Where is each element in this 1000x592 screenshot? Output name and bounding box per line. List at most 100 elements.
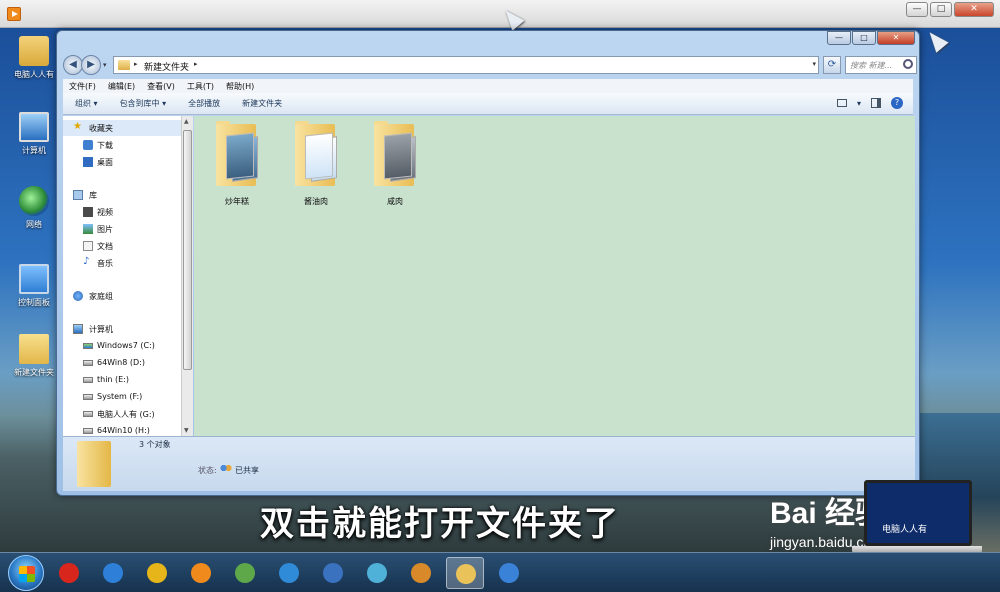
- scroll-down-arrow-icon[interactable]: ▼: [184, 427, 189, 434]
- menu-help[interactable]: 帮助(H): [226, 81, 254, 92]
- breadcrumb-separator[interactable]: ▸: [194, 60, 198, 68]
- folder-name: 炒年糕: [225, 197, 249, 206]
- desktop-icon-new-folder[interactable]: 新建文件夹: [8, 334, 60, 378]
- back-button[interactable]: ◀: [63, 55, 83, 75]
- nav-item-label: Windows7 (C:): [97, 341, 155, 350]
- stock-app-icon: [235, 563, 255, 583]
- desktop-icon-computer[interactable]: 计算机: [8, 112, 60, 156]
- breadcrumb-separator[interactable]: ▸: [134, 60, 138, 68]
- explorer-window: — □ ✕ ◀ ▶ ▾ ▸ 新建文件夹 ▸ ▾ ⟳ 搜索 新建... 文件(F)…: [56, 30, 920, 496]
- recent-pages-dropdown[interactable]: ▾: [103, 61, 107, 69]
- taskbar-button[interactable]: [226, 557, 264, 589]
- change-view-icon[interactable]: [836, 99, 847, 107]
- taskbar-button[interactable]: [314, 557, 352, 589]
- navigation-pane: ★ 收藏夹 下载 桌面 库 视频 图片 文档 ♪ 音乐 家庭组 计算机 Wind…: [63, 116, 181, 436]
- nav-item-drive-c[interactable]: Windows7 (C:): [63, 338, 181, 354]
- folder-thumbnail-icon: [372, 121, 418, 188]
- taskbar-button[interactable]: [94, 557, 132, 589]
- navigation-scrollbar[interactable]: ▲ ▼: [181, 116, 193, 436]
- nav-item-videos[interactable]: 视频: [63, 204, 181, 220]
- folder-item[interactable]: 炒年糕: [202, 121, 272, 207]
- folder-item[interactable]: 酱油肉: [281, 121, 351, 207]
- desktop-icon-label: 控制面板: [18, 298, 50, 307]
- desktop-icon-label: 新建文件夹: [14, 368, 54, 377]
- preview-pane-icon[interactable]: [871, 98, 881, 108]
- start-button[interactable]: [8, 555, 44, 591]
- folder-name: 酱油肉: [304, 197, 328, 206]
- folder-item[interactable]: 咸肉: [360, 121, 430, 207]
- scrollbar-thumb[interactable]: [183, 130, 192, 370]
- taskbar-button[interactable]: [50, 557, 88, 589]
- search-icon[interactable]: [903, 59, 913, 69]
- drive-icon: [83, 360, 93, 366]
- taskbar-button[interactable]: [182, 557, 220, 589]
- nav-item-label: thin (E:): [97, 375, 130, 384]
- nav-item-favorites[interactable]: ★ 收藏夹: [63, 120, 181, 136]
- nav-item-documents[interactable]: 文档: [63, 238, 181, 254]
- nav-item-label: 图片: [97, 225, 113, 234]
- refresh-button[interactable]: ⟳: [823, 56, 841, 74]
- desktop-icon-network[interactable]: 网络: [8, 186, 60, 230]
- nav-item-music[interactable]: ♪ 音乐: [63, 255, 181, 271]
- drive-icon: [83, 411, 93, 417]
- desktop-icon-user[interactable]: 电脑人人有: [8, 36, 60, 80]
- nav-item-pictures[interactable]: 图片: [63, 221, 181, 237]
- folder-thumbnail-icon: [214, 121, 260, 188]
- explorer-maximize-button[interactable]: □: [852, 31, 876, 45]
- scroll-up-arrow-icon[interactable]: ▲: [184, 118, 189, 125]
- search-input[interactable]: 搜索 新建...: [845, 56, 917, 74]
- drive-icon: [83, 428, 93, 434]
- menu-file[interactable]: 文件(F): [69, 81, 96, 92]
- nav-item-drive-e[interactable]: thin (E:): [63, 372, 181, 388]
- file-list: 炒年糕 酱油肉 咸肉: [194, 116, 915, 436]
- shared-users-icon: [220, 464, 232, 474]
- explorer-close-button[interactable]: ✕: [877, 31, 915, 45]
- menu-view[interactable]: 查看(V): [147, 81, 175, 92]
- taskbar-button[interactable]: [446, 557, 484, 589]
- taskbar-button[interactable]: [358, 557, 396, 589]
- player-app-icon: [7, 7, 21, 21]
- taskbar-button[interactable]: [270, 557, 308, 589]
- forward-button[interactable]: ▶: [81, 55, 101, 75]
- nav-item-label: 电脑人人有 (G:): [97, 410, 155, 419]
- taskbar-button[interactable]: [402, 557, 440, 589]
- homegroup-icon: [73, 291, 83, 301]
- organize-button[interactable]: 组织 ▾: [75, 98, 98, 109]
- folder-icon: [118, 60, 130, 70]
- breadcrumb-current-folder[interactable]: 新建文件夹: [144, 60, 189, 73]
- taskbar-button[interactable]: [138, 557, 176, 589]
- nav-item-drive-f[interactable]: System (F:): [63, 389, 181, 405]
- nav-item-label: 桌面: [97, 158, 113, 167]
- nav-item-downloads[interactable]: 下载: [63, 137, 181, 153]
- menu-edit[interactable]: 编辑(E): [108, 81, 135, 92]
- nav-item-drive-g[interactable]: 电脑人人有 (G:): [63, 406, 181, 422]
- view-options-dropdown[interactable]: ▾: [857, 99, 861, 108]
- help-icon[interactable]: ?: [891, 97, 903, 109]
- address-bar[interactable]: ▸ 新建文件夹 ▸ ▾: [113, 56, 819, 74]
- nav-item-label: 64Win10 (H:): [97, 426, 150, 435]
- nav-item-libraries[interactable]: 库: [63, 187, 181, 203]
- menu-tools[interactable]: 工具(T): [187, 81, 214, 92]
- status-label: 状态:: [198, 466, 217, 475]
- desktop-icon-control-panel[interactable]: 控制面板: [8, 264, 60, 308]
- player-close-button[interactable]: ✕: [954, 2, 994, 17]
- nav-item-label: 库: [89, 191, 97, 200]
- player-minimize-button[interactable]: —: [906, 2, 928, 17]
- nav-item-computer[interactable]: 计算机: [63, 321, 181, 337]
- nav-item-desktop[interactable]: 桌面: [63, 154, 181, 170]
- pinwheel-app-icon: [367, 563, 387, 583]
- laptop-logo-text: 电脑人人有: [882, 525, 928, 535]
- include-in-library-button[interactable]: 包含到库中 ▾: [120, 98, 167, 109]
- nav-item-homegroup[interactable]: 家庭组: [63, 288, 181, 304]
- nav-item-drive-d[interactable]: 64Win8 (D:): [63, 355, 181, 371]
- new-folder-button[interactable]: 新建文件夹: [242, 98, 282, 109]
- explorer-minimize-button[interactable]: —: [827, 31, 851, 45]
- nav-item-drive-h[interactable]: 64Win10 (H:): [63, 423, 181, 436]
- player-maximize-button[interactable]: □: [930, 2, 952, 17]
- library-icon: [73, 190, 83, 200]
- drive-icon: [83, 377, 93, 383]
- address-history-dropdown[interactable]: ▾: [812, 60, 816, 68]
- taskbar-button[interactable]: [490, 557, 528, 589]
- document-icon: [83, 241, 93, 251]
- play-all-button[interactable]: 全部播放: [188, 98, 220, 109]
